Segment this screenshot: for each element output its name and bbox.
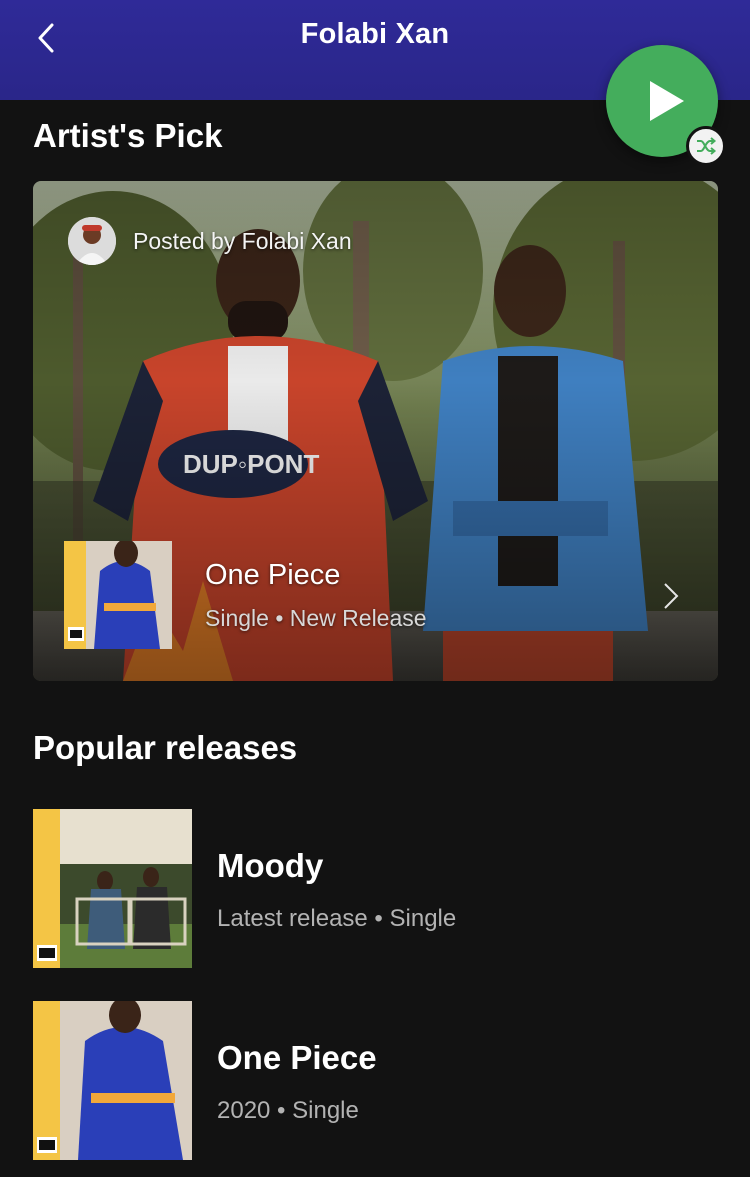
pick-release-title: One Piece [205, 559, 341, 591]
pick-release-subtitle: Single • New Release [205, 605, 427, 631]
play-icon [650, 81, 684, 121]
shuffle-button[interactable] [686, 126, 726, 166]
list-item[interactable]: Moody Latest release • Single [33, 809, 718, 969]
avatar [68, 217, 116, 265]
release-title: One Piece [217, 1039, 377, 1076]
popular-releases-heading: Popular releases [33, 729, 298, 766]
release-cover [33, 809, 192, 968]
artist-pick-card[interactable]: DUP◦PONT Posted by Folabi Xan One Piece … [33, 181, 718, 681]
page-title: Folabi Xan [300, 18, 450, 50]
artist-pick-cover [64, 541, 172, 649]
shuffle-icon [697, 137, 717, 155]
artist-pick-heading: Artist's Pick [33, 117, 223, 154]
release-subtitle: 2020 • Single [217, 1097, 359, 1124]
release-subtitle: Latest release • Single [217, 905, 457, 932]
chevron-right-icon [664, 583, 679, 609]
release-title: Moody [217, 847, 324, 884]
release-cover [33, 1001, 192, 1160]
posted-by-label: Posted by Folabi Xan [133, 228, 352, 254]
list-item[interactable]: One Piece 2020 • Single [33, 1001, 718, 1161]
